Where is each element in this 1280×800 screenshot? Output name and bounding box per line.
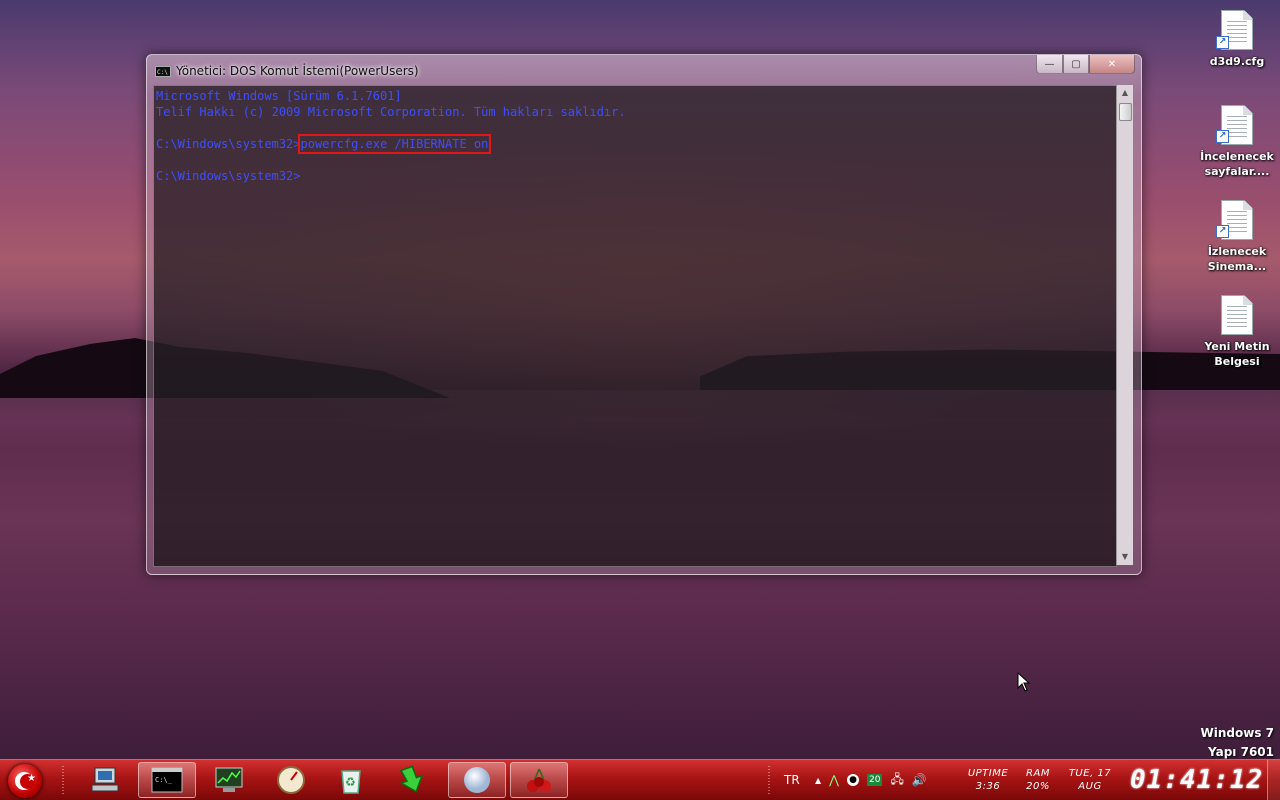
console-output[interactable]: Microsoft Windows [Sürüm 6.1.7601] Telif…: [153, 85, 1117, 567]
taskbar-button-recycle[interactable]: ♻: [322, 762, 380, 798]
computer-icon: [91, 767, 119, 792]
volume-icon[interactable]: 🔊: [912, 773, 927, 787]
windows-build-watermark: Windows 7 Yapı 7601: [1201, 724, 1274, 762]
window-title: Yönetici: DOS Komut İstemi(PowerUsers): [176, 64, 419, 78]
desktop-icon-incelenecek[interactable]: İncelenecek sayfalar....: [1197, 105, 1277, 179]
ram-label: RAM: [1026, 768, 1050, 779]
notification-area: ▲ ⋀ ● 20 🖧 🔊: [815, 760, 927, 800]
scroll-down-arrow-icon[interactable]: ▼: [1117, 549, 1133, 565]
start-button[interactable]: ★: [8, 764, 42, 798]
taskbar-button-gauge[interactable]: [262, 762, 320, 798]
recycle-bin-icon: ♻: [341, 770, 361, 794]
document-icon: [1221, 295, 1253, 335]
taskbar-button-computer[interactable]: [76, 762, 134, 798]
cmd-icon: C:\: [155, 65, 171, 77]
desktop-icon-yeni-metin[interactable]: Yeni Metin Belgesi: [1197, 295, 1277, 369]
ram-value: 20%: [1026, 781, 1050, 792]
taskbar-button-cmd[interactable]: C:\_: [138, 762, 196, 798]
maximize-button[interactable]: ▢: [1063, 55, 1089, 74]
gauge-icon: [277, 766, 305, 794]
uptime-gadget: UPTIME 3:36: [962, 767, 1014, 793]
svg-text:♻: ♻: [345, 775, 356, 789]
show-desktop-button[interactable]: [1267, 760, 1280, 800]
watermark-line: Windows 7: [1200, 726, 1274, 740]
console-line: Telif Hakkı (c) 2009 Microsoft Corporati…: [156, 105, 626, 119]
desktop-icon-izlenecek[interactable]: İzlenecek Sinema...: [1197, 200, 1277, 274]
network-signal-icon[interactable]: ⋀: [829, 773, 839, 787]
date-display[interactable]: TUE, 17 AUG: [1062, 767, 1118, 793]
console-prompt: C:\Windows\system32>: [156, 169, 301, 183]
desktop-icon-d3d9[interactable]: d3d9.cfg: [1197, 10, 1277, 69]
shortcut-arrow-icon: ↗: [1216, 225, 1229, 238]
desktop-icon-label: Yeni Metin Belgesi: [1204, 340, 1270, 368]
scroll-thumb[interactable]: [1119, 103, 1132, 121]
taskbar-separator: [62, 766, 64, 794]
date-day: TUE, 17: [1068, 768, 1112, 779]
svg-text:C:\_: C:\_: [155, 776, 173, 784]
desktop-icon-label: d3d9.cfg: [1209, 55, 1265, 68]
minimize-button[interactable]: —: [1036, 55, 1063, 74]
sphere-icon: [464, 767, 490, 793]
tray-badge-icon[interactable]: 20: [867, 774, 883, 786]
shortcut-arrow-icon: ↗: [1216, 36, 1229, 49]
highlighted-command: powercfg.exe /HIBERNATE on: [297, 134, 492, 154]
show-hidden-icons-button[interactable]: ▲: [815, 776, 821, 785]
clock-display[interactable]: 01:41:12: [1130, 764, 1262, 796]
app-circle-icon[interactable]: ●: [847, 774, 859, 786]
taskbar-button-download[interactable]: [384, 762, 442, 798]
date-month: AUG: [1078, 781, 1102, 792]
green-arrow-icon: [399, 765, 424, 793]
window-titlebar[interactable]: C:\ Yönetici: DOS Komut İstemi(PowerUser…: [155, 62, 419, 80]
network-icon[interactable]: 🖧: [890, 770, 903, 791]
taskbar-separator: [768, 766, 770, 794]
command-prompt-window[interactable]: C:\ Yönetici: DOS Komut İstemi(PowerUser…: [146, 54, 1142, 575]
console-prompt: C:\Windows\system32>: [156, 137, 301, 151]
cherry-icon: [527, 768, 551, 792]
mouse-cursor-icon: [1017, 672, 1031, 692]
monitor-chart-icon: [215, 767, 243, 792]
window-controls: — ▢ ✕: [1036, 55, 1135, 74]
close-button[interactable]: ✕: [1089, 55, 1135, 74]
language-indicator[interactable]: TR: [784, 760, 800, 800]
uptime-value: 3:36: [975, 781, 1001, 792]
vertical-scrollbar[interactable]: ▲ ▼: [1116, 85, 1133, 565]
uptime-label: UPTIME: [967, 768, 1009, 779]
desktop-icon-label: İzlenecek Sinema...: [1207, 245, 1267, 273]
desktop-icon-label: İncelenecek sayfalar....: [1200, 150, 1274, 178]
star-icon: ★: [27, 773, 36, 784]
cmd-icon: C:\_: [151, 767, 183, 793]
ram-gadget: RAM 20%: [1020, 767, 1056, 793]
taskbar-button-sphere[interactable]: [448, 762, 506, 798]
taskbar-button-task-manager[interactable]: [200, 762, 258, 798]
shortcut-arrow-icon: ↗: [1216, 130, 1229, 143]
taskbar: ★ C:\_ ♻ TR ▲ ⋀ ● 20 🖧 🔊 UPTIME 3:36 RAM…: [0, 759, 1280, 800]
console-line: Microsoft Windows [Sürüm 6.1.7601]: [156, 89, 402, 103]
taskbar-button-cherry[interactable]: [510, 762, 568, 798]
scroll-up-arrow-icon[interactable]: ▲: [1117, 85, 1133, 101]
